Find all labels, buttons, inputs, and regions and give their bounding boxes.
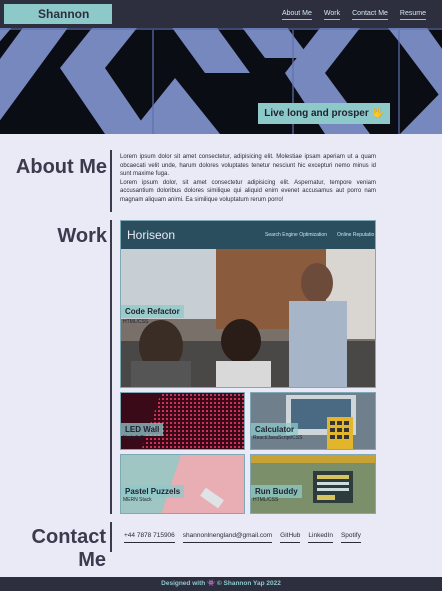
project-card-run-buddy[interactable]: Run Buddy HTML/CSS xyxy=(250,454,376,514)
contact-title: Contact Me xyxy=(31,526,106,571)
nav-link-work[interactable]: Work xyxy=(323,10,341,20)
project-card-led-wall[interactable]: LED Wall Node/IoT xyxy=(120,392,245,450)
project-card-code-refactor[interactable]: Horiseon Search Engine Optimization Onli… xyxy=(120,220,376,388)
project-tech: Node/IoT xyxy=(123,435,144,441)
about-divider xyxy=(110,150,112,212)
nav-links: About Me Work Contact Me Resume xyxy=(281,10,426,20)
contact-spotify-link[interactable]: Spotify xyxy=(340,532,361,543)
horiseon-nav-reputation: Online Reputatio xyxy=(337,232,375,238)
project-tech: React/JavaScript/CSS xyxy=(253,435,303,441)
about-paragraph-2: Lorem ipsum dolor, sit amet consectetur … xyxy=(120,179,376,203)
nav-link-resume[interactable]: Resume xyxy=(399,10,426,20)
contact-github-link[interactable]: GitHub xyxy=(280,532,301,543)
hero-banner: Live long and prosper 🖖 xyxy=(0,28,442,134)
about-title: About Me xyxy=(15,156,107,178)
contact-links: +44 7878 715906 shannonlnengland@gmail.c… xyxy=(124,532,361,543)
project-title: Code Refactor xyxy=(125,307,180,316)
footer: Designed with 👾 © Shannon Yap 2022 xyxy=(0,577,442,591)
vulcan-salute-icon: 🖖 xyxy=(371,108,384,119)
project-tech: HTML/CSS xyxy=(123,319,149,325)
code-refactor-label: Code Refactor xyxy=(121,305,184,318)
contact-linkedin-link[interactable]: LinkedIn xyxy=(308,532,333,543)
calculator-image xyxy=(251,393,375,449)
project-card-calculator[interactable]: Calculator React/JavaScript/CSS xyxy=(250,392,376,450)
about-text: Lorem ipsum dolor sit amet consectetur, … xyxy=(120,153,376,205)
project-tech: HTML/CSS xyxy=(253,497,279,503)
footer-copyright: © Shannon Yap 2022 xyxy=(216,580,281,587)
nav-link-about[interactable]: About Me xyxy=(281,10,312,20)
alien-monster-icon: 👾 xyxy=(207,580,216,587)
project-title: Run Buddy xyxy=(255,487,298,496)
work-divider xyxy=(110,220,112,514)
top-nav: Shannon Yap About Me Work Contact Me Res… xyxy=(0,0,442,41)
horiseon-logo: Horiseon xyxy=(127,228,176,242)
contact-divider xyxy=(110,522,112,552)
about-paragraph-1: Lorem ipsum dolor sit amet consectetur, … xyxy=(120,154,376,178)
work-title: Work xyxy=(57,225,107,247)
brand-logo[interactable]: Shannon Yap xyxy=(4,4,112,41)
footer-text-before: Designed with xyxy=(161,580,206,587)
project-title: Pastel Puzzels xyxy=(125,487,181,496)
contact-email-link[interactable]: shannonlnengland@gmail.com xyxy=(182,532,273,543)
project-tech: MERN Stack xyxy=(123,497,152,503)
tagline-text: Live long and prosper xyxy=(264,108,369,119)
project-title: LED Wall xyxy=(125,425,160,434)
horiseon-nav-seo: Search Engine Optimization xyxy=(265,232,327,238)
contact-phone-link[interactable]: +44 7878 715906 xyxy=(124,532,175,543)
project-card-pastel-puzzels[interactable]: Pastel Puzzels MERN Stack xyxy=(120,454,245,514)
project-title: Calculator xyxy=(255,425,295,434)
tagline-badge: Live long and prosper 🖖 xyxy=(258,103,390,124)
nav-link-contact[interactable]: Contact Me xyxy=(352,10,388,20)
led-wall-image xyxy=(121,393,244,449)
